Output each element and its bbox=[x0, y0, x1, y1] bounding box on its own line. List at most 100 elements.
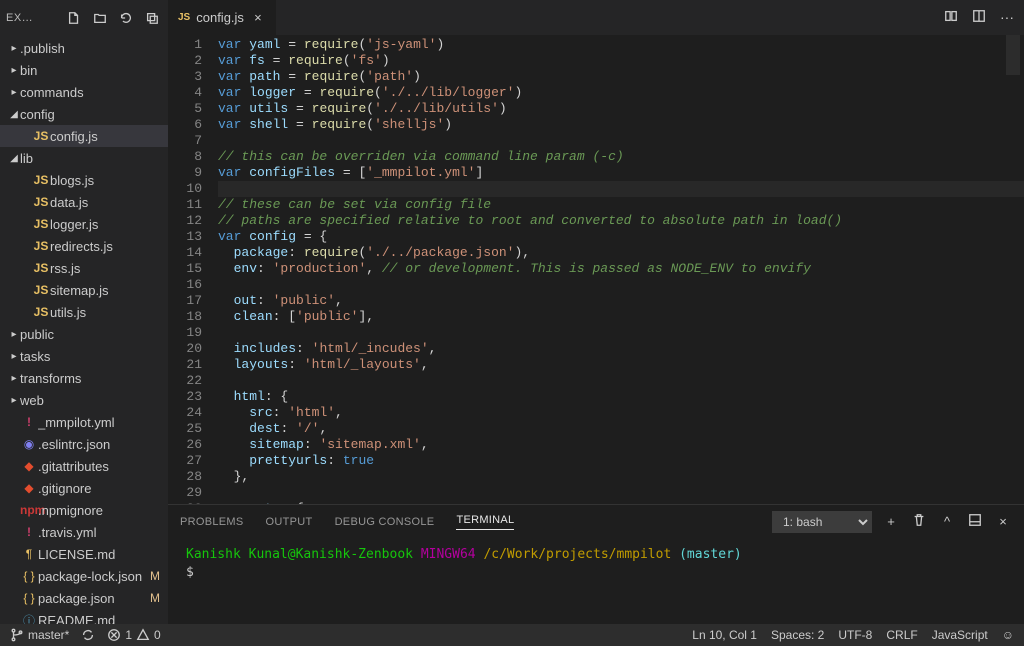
code-line[interactable]: src: 'html', bbox=[218, 405, 1024, 421]
new-folder-icon[interactable] bbox=[90, 8, 110, 28]
terminal-selector[interactable]: 1: bash bbox=[772, 511, 872, 533]
code-line[interactable]: var configFiles = ['_mmpilot.yml'] bbox=[218, 165, 1024, 181]
panel-tab-problems[interactable]: Problems bbox=[180, 516, 244, 528]
code-line[interactable]: var config = { bbox=[218, 229, 1024, 245]
status-encoding[interactable]: UTF-8 bbox=[838, 628, 872, 642]
close-panel-icon[interactable]: × bbox=[994, 514, 1012, 529]
file-config-js[interactable]: JSconfig.js bbox=[0, 125, 168, 147]
code-line[interactable]: // paths are specified relative to root … bbox=[218, 213, 1024, 229]
code-line[interactable]: var path = require('path') bbox=[218, 69, 1024, 85]
tree-item-label: LICENSE.md bbox=[38, 547, 168, 562]
file-redirects-js[interactable]: JSredirects.js bbox=[0, 235, 168, 257]
more-actions-icon[interactable]: ··· bbox=[1000, 9, 1014, 26]
panel-tab-terminal[interactable]: Terminal bbox=[456, 514, 514, 530]
file--npmignore[interactable]: npm.npmignore bbox=[0, 499, 168, 521]
status-eol[interactable]: CRLF bbox=[886, 628, 917, 642]
code-line[interactable]: // this can be overriden via command lin… bbox=[218, 149, 1024, 165]
panel-tab-debugconsole[interactable]: Debug Console bbox=[335, 516, 435, 528]
refresh-icon[interactable] bbox=[116, 8, 136, 28]
code-line[interactable]: prettyurls: true bbox=[218, 453, 1024, 469]
code-line[interactable] bbox=[218, 133, 1024, 149]
code-line[interactable]: }, bbox=[218, 469, 1024, 485]
panel-tab-output[interactable]: Output bbox=[266, 516, 313, 528]
folder-lib[interactable]: ◢lib bbox=[0, 147, 168, 169]
code-line[interactable]: var fs = require('fs') bbox=[218, 53, 1024, 69]
split-editor-icon[interactable] bbox=[972, 9, 986, 26]
code-line[interactable] bbox=[218, 277, 1024, 293]
code-line[interactable] bbox=[218, 325, 1024, 341]
code-line[interactable]: layouts: 'html/_layouts', bbox=[218, 357, 1024, 373]
tree-item-label: utils.js bbox=[50, 305, 168, 320]
code-line[interactable]: package: require('./../package.json'), bbox=[218, 245, 1024, 261]
file-data-js[interactable]: JSdata.js bbox=[0, 191, 168, 213]
file--travis-yml[interactable]: !.travis.yml bbox=[0, 521, 168, 543]
code-line[interactable]: dest: '/', bbox=[218, 421, 1024, 437]
modified-badge: M bbox=[150, 569, 160, 583]
code-line[interactable]: includes: 'html/_incudes', bbox=[218, 341, 1024, 357]
folder-web[interactable]: ▸web bbox=[0, 389, 168, 411]
editor-tab-config[interactable]: JS config.js × bbox=[168, 0, 277, 35]
code-line[interactable] bbox=[218, 181, 1024, 197]
file--gitignore[interactable]: ◆.gitignore bbox=[0, 477, 168, 499]
new-terminal-icon[interactable]: + bbox=[882, 514, 900, 529]
folder-tasks[interactable]: ▸tasks bbox=[0, 345, 168, 367]
explorer-title: EX… bbox=[6, 12, 58, 24]
tree-item-label: sitemap.js bbox=[50, 283, 168, 298]
file-LICENSE-md[interactable]: ¶LICENSE.md bbox=[0, 543, 168, 565]
file-sitemap-js[interactable]: JSsitemap.js bbox=[0, 279, 168, 301]
code-line[interactable]: clean: ['public'], bbox=[218, 309, 1024, 325]
code-line[interactable]: var utils = require('./../lib/utils') bbox=[218, 101, 1024, 117]
tree-item-label: tasks bbox=[20, 349, 168, 364]
toggle-panel-icon[interactable] bbox=[966, 513, 984, 530]
file-logger-js[interactable]: JSlogger.js bbox=[0, 213, 168, 235]
close-icon[interactable]: × bbox=[250, 10, 266, 25]
editor-area: JS config.js × ··· 123456789101112131415… bbox=[168, 0, 1024, 624]
folder-public[interactable]: ▸public bbox=[0, 323, 168, 345]
file-package-lock-json[interactable]: { }package-lock.jsonM bbox=[0, 565, 168, 587]
status-feedback-icon[interactable]: ☺ bbox=[1002, 628, 1014, 642]
file-README-md[interactable]: ⓘREADME.md bbox=[0, 609, 168, 624]
code-line[interactable] bbox=[218, 485, 1024, 501]
explorer-header: EX… bbox=[0, 0, 168, 35]
tree-item-label: .gitignore bbox=[38, 481, 168, 496]
folder-transforms[interactable]: ▸transforms bbox=[0, 367, 168, 389]
tree-item-label: README.md bbox=[38, 613, 168, 625]
folder-commands[interactable]: ▸commands bbox=[0, 81, 168, 103]
status-problems[interactable]: 1 0 bbox=[107, 628, 160, 642]
code-line[interactable] bbox=[218, 373, 1024, 389]
status-language[interactable]: JavaScript bbox=[932, 628, 988, 642]
folder--publish[interactable]: ▸.publish bbox=[0, 37, 168, 59]
code-line[interactable]: var logger = require('./../lib/logger') bbox=[218, 85, 1024, 101]
code-line[interactable]: html: { bbox=[218, 389, 1024, 405]
terminal-content[interactable]: Kanishk Kunal@Kanishk-Zenbook MINGW64 /c… bbox=[168, 538, 1024, 624]
compare-icon[interactable] bbox=[944, 9, 958, 26]
file-rss-js[interactable]: JSrss.js bbox=[0, 257, 168, 279]
file-_mmpilot-yml[interactable]: !_mmpilot.yml bbox=[0, 411, 168, 433]
file--gitattributes[interactable]: ◆.gitattributes bbox=[0, 455, 168, 477]
status-branch[interactable]: master* bbox=[10, 628, 69, 642]
code-line[interactable]: env: 'production', // or development. Th… bbox=[218, 261, 1024, 277]
file--eslintrc-json[interactable]: ◉.eslintrc.json bbox=[0, 433, 168, 455]
new-file-icon[interactable] bbox=[64, 8, 84, 28]
file-blogs-js[interactable]: JSblogs.js bbox=[0, 169, 168, 191]
code-line[interactable]: var shell = require('shelljs') bbox=[218, 117, 1024, 133]
code-line[interactable]: // these can be set via config file bbox=[218, 197, 1024, 213]
code-line[interactable]: sitemap: 'sitemap.xml', bbox=[218, 437, 1024, 453]
status-linecol[interactable]: Ln 10, Col 1 bbox=[692, 628, 757, 642]
file-package-json[interactable]: { }package.jsonM bbox=[0, 587, 168, 609]
maximize-panel-icon[interactable]: ^ bbox=[938, 514, 956, 529]
code-editor[interactable]: 1234567891011121314151617181920212223242… bbox=[168, 35, 1024, 504]
file-utils-js[interactable]: JSutils.js bbox=[0, 301, 168, 323]
code-line[interactable]: assets: { bbox=[218, 501, 1024, 504]
minimap[interactable] bbox=[1006, 35, 1024, 504]
status-spaces[interactable]: Spaces: 2 bbox=[771, 628, 824, 642]
js-icon: JS bbox=[178, 12, 190, 23]
kill-terminal-icon[interactable] bbox=[910, 513, 928, 530]
status-sync[interactable] bbox=[81, 628, 95, 642]
file-tree[interactable]: ▸.publish▸bin▸commands◢configJSconfig.js… bbox=[0, 35, 168, 624]
collapse-all-icon[interactable] bbox=[142, 8, 162, 28]
folder-config[interactable]: ◢config bbox=[0, 103, 168, 125]
code-line[interactable]: out: 'public', bbox=[218, 293, 1024, 309]
code-line[interactable]: var yaml = require('js-yaml') bbox=[218, 37, 1024, 53]
folder-bin[interactable]: ▸bin bbox=[0, 59, 168, 81]
